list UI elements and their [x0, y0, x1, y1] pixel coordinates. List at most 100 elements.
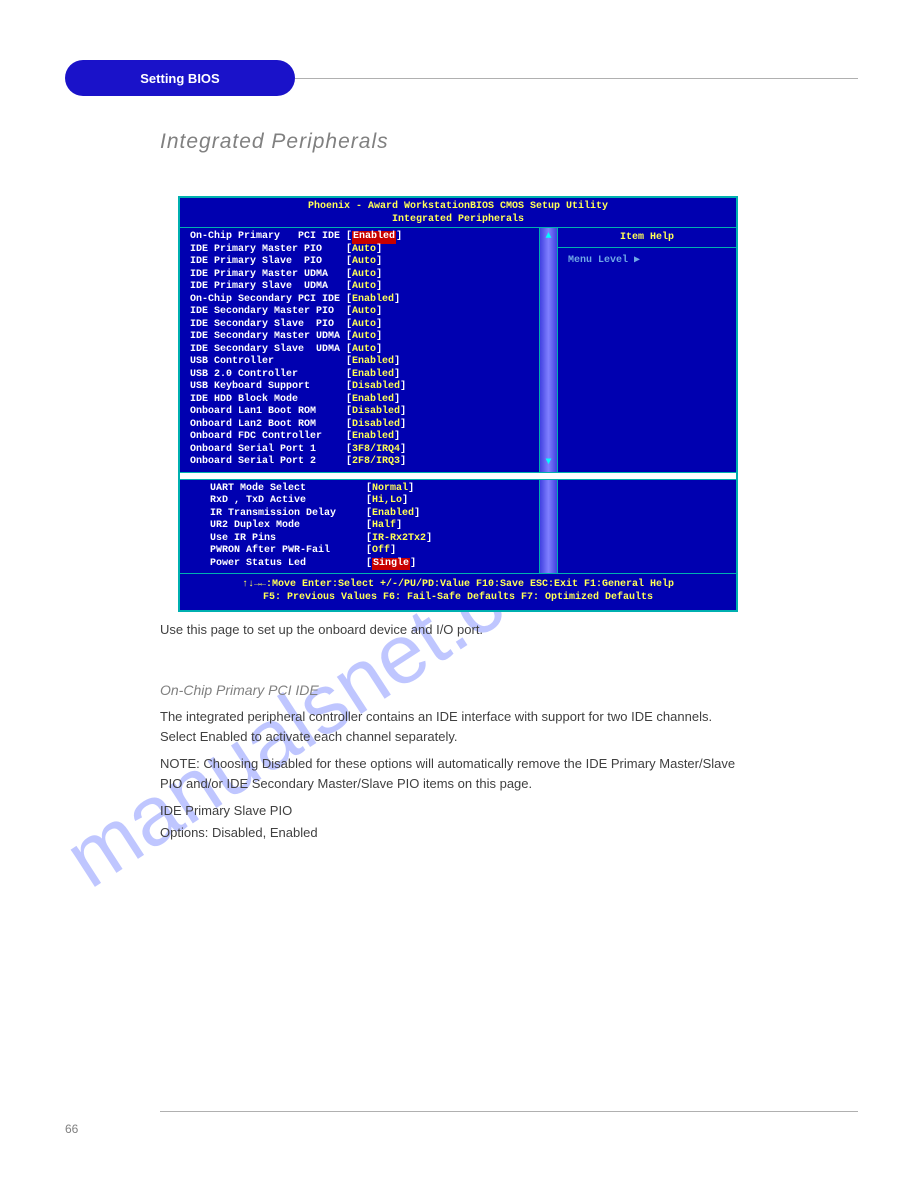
- bios-item-value: 2F8/IRQ3: [352, 456, 400, 469]
- bios-item-value: Half: [372, 520, 396, 533]
- bios-item-row[interactable]: IDE HDD Block Mode [Enabled]: [190, 394, 535, 407]
- bios-item-row[interactable]: IDE Primary Master PIO [Auto]: [190, 244, 535, 257]
- bios-item-row[interactable]: Use IR Pins [IR-Rx2Tx2]: [210, 533, 535, 546]
- bios-divider: [180, 472, 736, 480]
- bios-item-row[interactable]: RxD , TxD Active [Hi,Lo]: [210, 495, 535, 508]
- bios-item-label: IDE Secondary Slave UDMA: [190, 344, 346, 357]
- page-header: Setting BIOS: [65, 60, 858, 96]
- bios-item-label: IDE HDD Block Mode: [190, 394, 346, 407]
- bios-item-label: IDE Primary Slave PIO: [190, 256, 346, 269]
- bios-item-value: Auto: [352, 281, 376, 294]
- bios-item-row[interactable]: IDE Primary Slave UDMA [Auto]: [190, 281, 535, 294]
- bios-items-top[interactable]: On-Chip Primary PCI IDE [Enabled]IDE Pri…: [180, 228, 540, 472]
- bios-item-row[interactable]: IDE Primary Slave PIO [Auto]: [190, 256, 535, 269]
- bios-item-row[interactable]: Onboard Serial Port 1 [3F8/IRQ4]: [190, 444, 535, 457]
- scrollbar-bottom[interactable]: [540, 480, 558, 574]
- bios-items-bottom[interactable]: UART Mode Select [Normal]RxD , TxD Activ…: [180, 480, 540, 574]
- bios-item-label: On-Chip Secondary PCI IDE: [190, 294, 346, 307]
- bios-item-value: IR-Rx2Tx2: [372, 533, 426, 546]
- bios-item-label: Use IR Pins: [210, 533, 366, 546]
- bios-item-label: PWRON After PWR-Fail: [210, 545, 366, 558]
- help-body: Menu Level ▶: [558, 248, 736, 272]
- bios-item-label: RxD , TxD Active: [210, 495, 366, 508]
- body-intro: Use this page to set up the onboard devi…: [160, 620, 750, 640]
- bios-item-value: Auto: [352, 319, 376, 332]
- bios-body-bottom: UART Mode Select [Normal]RxD , TxD Activ…: [180, 480, 736, 574]
- bios-item-row[interactable]: Onboard Serial Port 2 [2F8/IRQ3]: [190, 456, 535, 469]
- bios-item-value: 3F8/IRQ4: [352, 444, 400, 457]
- footer-line1: ↑↓→←:Move Enter:Select +/-/PU/PD:Value F…: [180, 578, 736, 591]
- bios-item-value: Enabled: [352, 431, 394, 444]
- bios-item-label: IDE Primary Master PIO: [190, 244, 346, 257]
- bios-item-label: Onboard Lan1 Boot ROM: [190, 406, 346, 419]
- bios-item-row[interactable]: Onboard FDC Controller [Enabled]: [190, 431, 535, 444]
- bios-item-value: Enabled: [352, 394, 394, 407]
- bios-item-row[interactable]: Onboard Lan1 Boot ROM [Disabled]: [190, 406, 535, 419]
- bios-item-label: UART Mode Select: [210, 483, 366, 496]
- bios-item-label: Power Status Led: [210, 558, 366, 571]
- bios-item-label: IDE Secondary Master PIO: [190, 306, 346, 319]
- bios-screenshot: Phoenix - Award WorkstationBIOS CMOS Set…: [178, 196, 738, 612]
- bios-item-label: IDE Secondary Slave PIO: [190, 319, 346, 332]
- bios-item-row[interactable]: Onboard Lan2 Boot ROM [Disabled]: [190, 419, 535, 432]
- bios-item-value: Enabled: [352, 231, 396, 244]
- body-para3: IDE Primary Slave PIO: [160, 801, 750, 821]
- bios-item-value: Single: [372, 558, 410, 571]
- bios-item-row[interactable]: On-Chip Primary PCI IDE [Enabled]: [190, 231, 535, 244]
- bios-item-value: Enabled: [352, 369, 394, 382]
- page-number: 66: [65, 1122, 78, 1136]
- bios-item-label: IDE Secondary Master UDMA: [190, 331, 346, 344]
- help-panel-bottom: [558, 480, 736, 574]
- scroll-down-icon: ▼: [545, 458, 551, 468]
- bios-item-row[interactable]: UART Mode Select [Normal]: [210, 483, 535, 496]
- header-rule: [295, 78, 858, 79]
- body-options: Options: Disabled, Enabled: [160, 823, 750, 843]
- bios-item-label: IDE Primary Slave UDMA: [190, 281, 346, 294]
- body-heading: On-Chip Primary PCI IDE: [160, 680, 750, 701]
- bios-item-label: Onboard Lan2 Boot ROM: [190, 419, 346, 432]
- bios-item-row[interactable]: IDE Secondary Slave UDMA [Auto]: [190, 344, 535, 357]
- bios-item-row[interactable]: PWRON After PWR-Fail [Off]: [210, 545, 535, 558]
- bios-title-line1: Phoenix - Award WorkstationBIOS CMOS Set…: [180, 201, 736, 214]
- bios-title: Phoenix - Award WorkstationBIOS CMOS Set…: [180, 198, 736, 227]
- bios-item-value: Enabled: [352, 294, 394, 307]
- bios-item-value: Auto: [352, 306, 376, 319]
- bios-item-row[interactable]: UR2 Duplex Mode [Half]: [210, 520, 535, 533]
- scrollbar-top[interactable]: ▲ ▼: [540, 228, 558, 472]
- bios-item-row[interactable]: On-Chip Secondary PCI IDE [Enabled]: [190, 294, 535, 307]
- bios-body-top: On-Chip Primary PCI IDE [Enabled]IDE Pri…: [180, 227, 736, 472]
- bios-item-value: Enabled: [372, 508, 414, 521]
- footer-line2: F5: Previous Values F6: Fail-Safe Defaul…: [180, 591, 736, 604]
- bios-item-value: Off: [372, 545, 390, 558]
- bios-item-value: Disabled: [352, 419, 400, 432]
- bios-item-value: Hi,Lo: [372, 495, 402, 508]
- section-title: Integrated Peripherals: [160, 130, 389, 154]
- bios-item-label: Onboard Serial Port 2: [190, 456, 346, 469]
- bios-item-label: UR2 Duplex Mode: [210, 520, 366, 533]
- bios-title-line2: Integrated Peripherals: [180, 214, 736, 227]
- bios-item-row[interactable]: IDE Secondary Master UDMA [Auto]: [190, 331, 535, 344]
- bios-item-label: USB 2.0 Controller: [190, 369, 346, 382]
- bios-item-value: Auto: [352, 331, 376, 344]
- body-para2: NOTE: Choosing Disabled for these option…: [160, 754, 750, 793]
- bios-item-row[interactable]: IDE Primary Master UDMA [Auto]: [190, 269, 535, 282]
- bios-item-row[interactable]: Power Status Led [Single]: [210, 558, 535, 571]
- body-para1: The integrated peripheral controller con…: [160, 707, 750, 746]
- bios-item-label: Onboard FDC Controller: [190, 431, 346, 444]
- bios-item-label: On-Chip Primary PCI IDE: [190, 231, 346, 244]
- bios-item-value: Normal: [372, 483, 408, 496]
- bios-item-value: Enabled: [352, 356, 394, 369]
- header-pill: Setting BIOS: [65, 60, 295, 96]
- bios-item-value: Auto: [352, 344, 376, 357]
- bios-item-label: USB Keyboard Support: [190, 381, 346, 394]
- bios-item-row[interactable]: IDE Secondary Slave PIO [Auto]: [190, 319, 535, 332]
- bios-item-value: Disabled: [352, 381, 400, 394]
- bios-item-row[interactable]: IDE Secondary Master PIO [Auto]: [190, 306, 535, 319]
- bios-item-row[interactable]: USB Keyboard Support [Disabled]: [190, 381, 535, 394]
- bios-item-value: Auto: [352, 269, 376, 282]
- bios-item-row[interactable]: USB 2.0 Controller [Enabled]: [190, 369, 535, 382]
- bios-item-label: IDE Primary Master UDMA: [190, 269, 346, 282]
- help-panel: Item Help Menu Level ▶: [558, 228, 736, 472]
- bios-item-row[interactable]: USB Controller [Enabled]: [190, 356, 535, 369]
- bios-item-row[interactable]: IR Transmission Delay [Enabled]: [210, 508, 535, 521]
